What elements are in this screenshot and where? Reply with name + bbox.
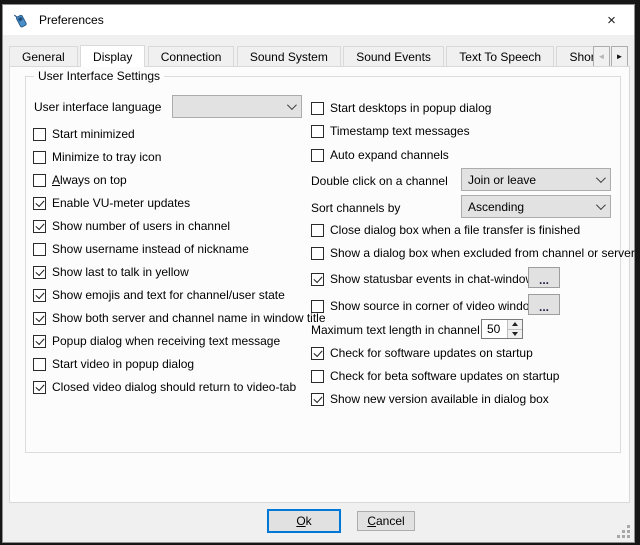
checkbox-close-file-transfer[interactable]: Close dialog box when a file transfer is…: [311, 222, 580, 238]
preferences-dialog: Preferences × General Display Connection…: [2, 4, 635, 543]
tab-scroll-right-icon[interactable]: ►: [611, 46, 628, 67]
chevron-down-icon: [596, 200, 606, 210]
checkbox-video-popup[interactable]: Start video in popup dialog: [33, 356, 194, 372]
group-title: User Interface Settings: [34, 69, 164, 83]
double-click-combobox[interactable]: Join or leave: [461, 168, 611, 191]
display-tab-page: User Interface Settings User interface l…: [9, 66, 630, 503]
tab-text-to-speech[interactable]: Text To Speech: [446, 46, 554, 67]
video-source-browse-button[interactable]: ...: [528, 294, 560, 315]
checkbox-closed-video-return[interactable]: Closed video dialog should return to vid…: [33, 379, 296, 395]
ok-button[interactable]: Ok: [267, 509, 341, 533]
statusbar-events-browse-button[interactable]: ...: [528, 267, 560, 288]
checkbox-window-title[interactable]: Show both server and channel name in win…: [33, 310, 326, 326]
max-text-length-spinner[interactable]: 50: [481, 319, 523, 339]
sort-channels-label: Sort channels by: [311, 201, 400, 215]
checkbox-timestamp-messages[interactable]: Timestamp text messages: [311, 123, 470, 139]
tab-general[interactable]: General: [9, 46, 78, 67]
tab-display[interactable]: Display: [80, 45, 145, 67]
max-text-length-value: 50: [482, 320, 507, 338]
chevron-down-icon: [287, 100, 297, 110]
checkbox-minimize-to-tray[interactable]: Minimize to tray icon: [33, 149, 161, 165]
window-title: Preferences: [39, 13, 104, 27]
double-click-label: Double click on a channel: [311, 174, 448, 188]
resize-grip[interactable]: [618, 526, 630, 538]
checkbox-check-beta-updates[interactable]: Check for beta software updates on start…: [311, 368, 559, 384]
checkbox-excluded-dialog[interactable]: Show a dialog box when excluded from cha…: [311, 245, 635, 261]
checkbox-show-user-count[interactable]: Show number of users in channel: [33, 218, 230, 234]
titlebar[interactable]: Preferences ×: [3, 5, 634, 35]
tab-strip: General Display Connection Sound System …: [9, 44, 628, 67]
checkbox-show-emojis[interactable]: Show emojis and text for channel/user st…: [33, 287, 285, 303]
checkbox-always-on-top[interactable]: Always on top: [33, 172, 127, 188]
app-icon: [12, 12, 29, 29]
checkbox-popup-text-message[interactable]: Popup dialog when receiving text message: [33, 333, 280, 349]
checkbox-statusbar-events[interactable]: Show statusbar events in chat-window: [311, 271, 534, 287]
checkbox-desktops-popup[interactable]: Start desktops in popup dialog: [311, 100, 491, 116]
checkbox-start-minimized[interactable]: Start minimized: [33, 126, 135, 142]
checkbox-video-source-corner[interactable]: Show source in corner of video window: [311, 298, 538, 314]
spinner-up-icon[interactable]: [508, 320, 522, 330]
close-button[interactable]: ×: [589, 5, 634, 35]
checkbox-last-to-talk[interactable]: Show last to talk in yellow: [33, 264, 189, 280]
chevron-down-icon: [596, 173, 606, 183]
spinner-down-icon[interactable]: [508, 330, 522, 339]
tab-sound-system[interactable]: Sound System: [237, 46, 341, 67]
sort-channels-combobox[interactable]: Ascending: [461, 195, 611, 218]
checkbox-show-username[interactable]: Show username instead of nickname: [33, 241, 249, 257]
language-label: User interface language: [34, 100, 161, 114]
sort-channels-value: Ascending: [468, 200, 596, 214]
checkbox-vu-meter[interactable]: Enable VU-meter updates: [33, 195, 190, 211]
checkbox-auto-expand[interactable]: Auto expand channels: [311, 147, 449, 163]
tab-scroll-left-icon[interactable]: ◄: [593, 46, 610, 67]
tab-sound-events[interactable]: Sound Events: [343, 46, 444, 67]
checkbox-new-version-dialog[interactable]: Show new version available in dialog box: [311, 391, 549, 407]
cancel-button[interactable]: Cancel: [357, 511, 415, 531]
max-text-length-label: Maximum text length in channel list: [311, 323, 498, 337]
double-click-value: Join or leave: [468, 173, 596, 187]
checkbox-check-updates[interactable]: Check for software updates on startup: [311, 345, 533, 361]
tab-connection[interactable]: Connection: [148, 46, 235, 67]
language-combobox[interactable]: [172, 95, 302, 118]
